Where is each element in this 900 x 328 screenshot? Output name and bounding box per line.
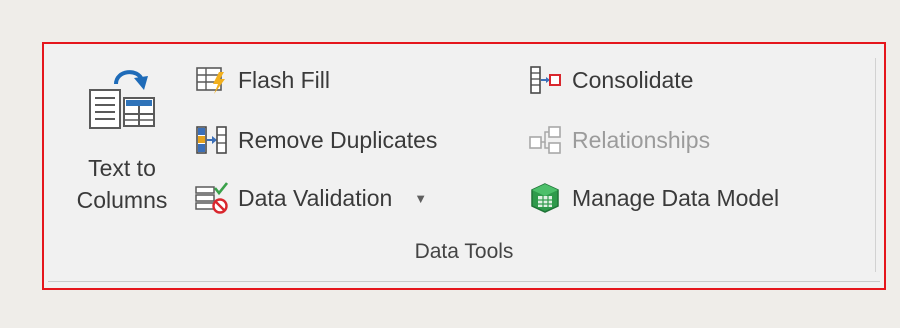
relationships-icon: [529, 126, 561, 154]
consolidate-label: Consolidate: [572, 66, 694, 93]
data-validation-icon: [195, 182, 228, 214]
manage-data-model-button[interactable]: Manage Data Model: [528, 178, 779, 218]
group-label: Data Tools: [414, 240, 514, 263]
relationships-button[interactable]: Relationships: [528, 120, 710, 160]
data-tools-group: Text to Columns Flash Fill Remove Duplic…: [42, 42, 886, 290]
ribbon-bottom-border: [48, 281, 880, 282]
data-validation-button[interactable]: Data Validation ▼: [194, 178, 427, 218]
text-to-columns-button[interactable]: Text to Columns: [58, 58, 186, 238]
manage-data-model-label: Manage Data Model: [572, 184, 780, 211]
flash-fill-button[interactable]: Flash Fill: [194, 60, 330, 100]
flash-fill-label: Flash Fill: [238, 66, 331, 93]
text-to-columns-icon: [89, 70, 155, 129]
remove-duplicates-icon: [196, 126, 227, 154]
remove-duplicates-button[interactable]: Remove Duplicates: [194, 120, 437, 160]
remove-duplicates-label: Remove Duplicates: [238, 126, 438, 153]
flash-fill-icon: [196, 67, 225, 94]
text-to-columns-label: Text to Columns: [76, 155, 168, 213]
relationships-label: Relationships: [572, 126, 711, 153]
data-validation-label: Data Validation: [238, 184, 393, 211]
consolidate-button[interactable]: Consolidate: [528, 60, 693, 100]
group-separator: [875, 58, 876, 272]
consolidate-icon: [530, 66, 561, 94]
chevron-down-icon[interactable]: ▼: [414, 191, 427, 206]
manage-data-model-icon: [531, 183, 559, 213]
